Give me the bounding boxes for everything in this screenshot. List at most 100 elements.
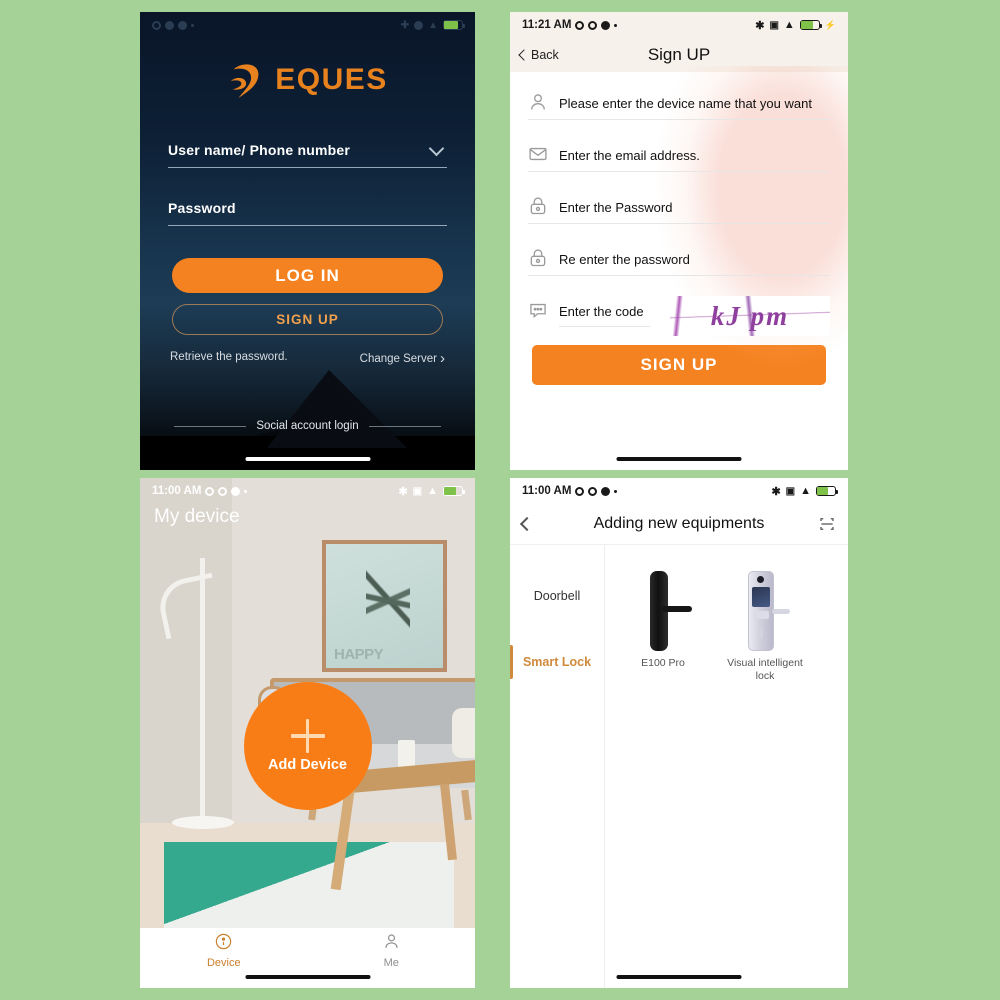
bluetooth-icon: ✚ xyxy=(400,19,410,31)
add-device-button[interactable]: Add Device xyxy=(243,682,372,810)
tab-me[interactable]: Me xyxy=(308,928,476,988)
home-indicator xyxy=(616,975,742,979)
device-card-visual-lock[interactable]: Visual intelligent lock xyxy=(717,571,813,683)
lamp-pole xyxy=(200,558,205,820)
signup-button[interactable]: SIGN UP xyxy=(172,304,443,335)
sync-icon xyxy=(588,486,598,496)
login-screen: ✚ ▲ EQUES User name/ Phone number Passwo… xyxy=(140,12,475,470)
home-indicator xyxy=(616,457,742,461)
device-name-field[interactable]: Please enter the device name that you wa… xyxy=(528,92,830,120)
status-bar: 11:00 AM ✱ ▣ ▲ xyxy=(140,478,475,504)
alarm-icon: ▣ xyxy=(769,19,779,31)
divider-line-left xyxy=(174,425,247,427)
email-placeholder: Enter the email address. xyxy=(559,148,700,163)
divider-line-right xyxy=(368,425,442,427)
device-card-e100pro[interactable]: E100 Pro xyxy=(615,571,711,670)
bluetooth-icon: ✱ xyxy=(771,485,781,498)
mountain-backdrop xyxy=(140,350,475,470)
captcha-image[interactable]: kJ pm xyxy=(670,296,830,336)
status-right: ✱ ▣ ▲ xyxy=(771,485,838,498)
scan-icon[interactable] xyxy=(818,515,836,533)
change-server-label: Change Server xyxy=(359,352,437,365)
device-name-placeholder: Please enter the device name that you wa… xyxy=(559,96,812,111)
social-login-label: Social account login xyxy=(256,420,359,432)
submit-signup-button[interactable]: SIGN UP xyxy=(532,345,826,385)
status-time: 11:00 AM xyxy=(522,485,572,497)
home-indicator xyxy=(245,975,370,979)
dot-icon xyxy=(191,23,194,27)
lamp-base xyxy=(172,816,234,829)
username-input[interactable]: User name/ Phone number xyxy=(168,142,447,168)
social-login-divider: Social account login xyxy=(140,420,475,432)
wifi-icon: ▲ xyxy=(783,19,795,31)
status-time: 11:21 AM xyxy=(522,19,572,31)
sofa-leg xyxy=(461,789,472,821)
add-device-label: Add Device xyxy=(268,757,347,773)
email-field[interactable]: Enter the email address. xyxy=(528,144,830,172)
wifi-icon: ▲ xyxy=(800,485,811,497)
clock-icon xyxy=(575,486,585,496)
wifi-icon: ▲ xyxy=(427,485,438,497)
category-smart-lock[interactable]: Smart Lock xyxy=(510,629,604,695)
page-title: Adding new equipments xyxy=(593,515,765,532)
chevron-down-icon[interactable] xyxy=(431,143,445,151)
mountain-peak xyxy=(267,370,408,448)
clock-icon xyxy=(575,20,585,30)
mute-icon xyxy=(231,486,241,496)
password-placeholder: Password xyxy=(168,200,236,216)
signup-form: Please enter the device name that you wa… xyxy=(510,66,848,470)
page-title: My device xyxy=(154,506,240,527)
device-icon xyxy=(214,932,233,954)
category-sidebar: Doorbell Smart Lock xyxy=(510,545,605,988)
charging-icon: ⚡ xyxy=(824,19,836,30)
tab-device[interactable]: Device xyxy=(140,928,308,988)
confirm-password-field[interactable]: Re enter the password xyxy=(528,248,830,276)
clock-icon xyxy=(152,20,161,30)
mute-icon xyxy=(178,20,187,30)
brand-logo: EQUES xyxy=(140,60,475,100)
add-equipment-screen: 11:00 AM ✱ ▣ ▲ Adding new equipments Doo… xyxy=(510,478,848,988)
wall-side xyxy=(140,478,232,823)
retrieve-password-link[interactable]: Retrieve the password. xyxy=(170,351,288,366)
confirm-password-placeholder: Re enter the password xyxy=(559,252,690,267)
alarm-icon: ▣ xyxy=(412,485,423,497)
login-fields: User name/ Phone number Password xyxy=(168,142,447,226)
person-icon xyxy=(528,92,548,112)
mute-icon xyxy=(601,486,611,496)
bluetooth-icon: ✱ xyxy=(755,19,765,32)
alarm-clock-icon xyxy=(414,20,424,30)
category-doorbell[interactable]: Doorbell xyxy=(510,563,604,629)
category-doorbell-label: Doorbell xyxy=(533,589,581,603)
username-placeholder: User name/ Phone number xyxy=(168,142,350,158)
page-title: Sign UP xyxy=(647,45,711,64)
vase xyxy=(398,740,415,768)
password-placeholder: Enter the Password xyxy=(559,200,673,215)
silver-visual-lock-icon xyxy=(734,571,796,651)
status-right: ✱ ▣ ▲ ⚡ xyxy=(755,19,836,32)
alarm-icon: ▣ xyxy=(785,485,796,497)
alarm-icon xyxy=(165,20,174,30)
wall-art: HAPPY xyxy=(322,540,447,672)
device-name-e100pro: E100 Pro xyxy=(641,657,685,669)
password-input[interactable]: Password xyxy=(168,200,447,226)
status-left xyxy=(152,20,194,30)
dot-icon xyxy=(614,23,618,27)
sync-icon xyxy=(588,20,598,30)
rug xyxy=(164,842,454,928)
room-hero: HAPPY 11:00 AM ✱ ▣ ▲ My device Add Devic… xyxy=(140,478,475,928)
login-button[interactable]: LOG IN xyxy=(172,258,443,293)
password-field[interactable]: Enter the Password xyxy=(528,196,830,224)
change-server-link[interactable]: Change Server xyxy=(360,351,445,366)
wifi-icon: ▲ xyxy=(428,19,438,31)
verification-code-field[interactable]: Enter the code kJ pm xyxy=(528,296,830,336)
poster-text: HAPPY xyxy=(334,646,384,663)
person-icon xyxy=(382,932,401,954)
status-right: ✱ ▣ ▲ xyxy=(398,485,465,498)
status-left: 11:00 AM xyxy=(152,485,248,497)
sofa-cushion xyxy=(452,708,475,758)
code-placeholder: Enter the code xyxy=(559,304,644,319)
signup-screen: 11:21 AM ✱ ▣ ▲ ⚡ Back Sign UP Please ent… xyxy=(510,12,848,470)
bottom-tab-bar: Device Me xyxy=(140,928,475,988)
battery-icon xyxy=(816,486,838,496)
plus-icon xyxy=(290,719,325,753)
